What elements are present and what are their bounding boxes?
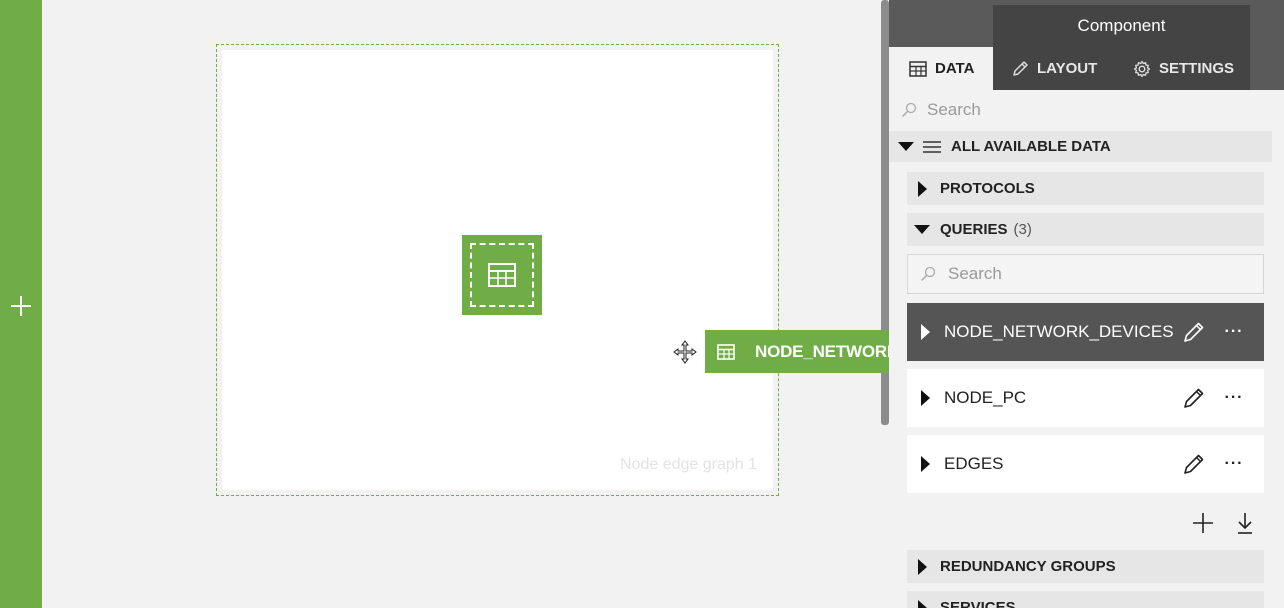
table-icon bbox=[717, 343, 735, 360]
more-options-icon[interactable]: ··· bbox=[1224, 324, 1244, 340]
search-icon bbox=[901, 102, 917, 118]
section-queries[interactable]: QUERIES (3) bbox=[907, 213, 1264, 246]
query-label: NODE_NETWORK_DEVICES bbox=[944, 322, 1174, 341]
tab-layout[interactable]: LAYOUT bbox=[993, 47, 1114, 90]
component-caption: Node edge graph 1 bbox=[620, 456, 757, 473]
expand-icon bbox=[918, 180, 927, 197]
section-label: REDUNDANCY GROUPS bbox=[940, 558, 1116, 575]
query-actions bbox=[1191, 510, 1265, 536]
all-available-data-label: ALL AVAILABLE DATA bbox=[951, 138, 1111, 155]
expand-icon bbox=[918, 558, 927, 575]
drop-target[interactable] bbox=[462, 235, 542, 315]
panel-scrollbar[interactable] bbox=[1278, 0, 1284, 608]
panel-header: Component DATA LAYOUT SETTINGS bbox=[889, 0, 1284, 90]
edit-icon[interactable] bbox=[1182, 320, 1206, 344]
section-label: SERVICES bbox=[940, 599, 1016, 608]
query-label: EDGES bbox=[944, 454, 1004, 473]
queries-count: (3) bbox=[1013, 221, 1032, 238]
edit-icon[interactable] bbox=[1182, 452, 1206, 476]
queries-search-input[interactable] bbox=[948, 264, 1248, 284]
add-icon[interactable] bbox=[11, 296, 31, 316]
panel-tabs: DATA LAYOUT SETTINGS bbox=[889, 47, 1284, 90]
expand-icon bbox=[921, 390, 930, 406]
gear-icon bbox=[1133, 60, 1151, 77]
expand-icon bbox=[918, 599, 927, 608]
drop-zone bbox=[470, 243, 534, 307]
properties-panel: Component DATA LAYOUT SETTINGS Search AL… bbox=[889, 0, 1284, 608]
download-icon[interactable] bbox=[1233, 511, 1257, 535]
section-services[interactable]: SERVICES bbox=[907, 591, 1264, 608]
query-label: NODE_PC bbox=[944, 388, 1027, 407]
collapse-icon bbox=[914, 225, 930, 234]
list-icon bbox=[923, 140, 941, 153]
collapse-icon bbox=[898, 142, 914, 151]
section-label: PROTOCOLS bbox=[940, 180, 1035, 197]
table-icon bbox=[909, 60, 927, 77]
more-options-icon[interactable]: ··· bbox=[1224, 456, 1244, 472]
data-search bbox=[889, 92, 1284, 128]
query-item[interactable]: NODE_NETWORK_DEVICES ··· bbox=[907, 303, 1264, 361]
section-redundancy-groups[interactable]: REDUNDANCY GROUPS bbox=[907, 550, 1264, 583]
tab-data[interactable]: DATA bbox=[889, 47, 993, 90]
all-available-data-header[interactable]: ALL AVAILABLE DATA bbox=[889, 131, 1272, 162]
component-body: Node edge graph 1 bbox=[222, 50, 773, 490]
component-frame[interactable]: Node edge graph 1 bbox=[216, 44, 779, 496]
tab-settings[interactable]: SETTINGS bbox=[1114, 47, 1250, 90]
data-search-input[interactable] bbox=[927, 100, 1257, 120]
expand-icon bbox=[921, 324, 930, 340]
more-options-icon[interactable]: ··· bbox=[1224, 390, 1244, 406]
pen-icon bbox=[1013, 60, 1028, 76]
search-icon bbox=[920, 266, 936, 282]
tab-label: DATA bbox=[935, 60, 975, 77]
query-item[interactable]: NODE_PC ··· bbox=[907, 369, 1264, 427]
expand-icon bbox=[921, 456, 930, 472]
table-icon bbox=[488, 263, 516, 287]
move-cursor-icon bbox=[673, 340, 697, 364]
query-item[interactable]: EDGES ··· bbox=[907, 435, 1264, 493]
section-label: QUERIES bbox=[940, 221, 1008, 238]
queries-search bbox=[907, 254, 1264, 294]
panel-title: Component bbox=[993, 5, 1250, 47]
tab-label: LAYOUT bbox=[1037, 60, 1098, 77]
left-rail bbox=[0, 0, 42, 608]
add-icon[interactable] bbox=[1191, 511, 1215, 535]
canvas: Node edge graph 1 bbox=[42, 0, 889, 608]
section-protocols[interactable]: PROTOCOLS bbox=[907, 172, 1264, 205]
tab-label: SETTINGS bbox=[1159, 60, 1235, 77]
edit-icon[interactable] bbox=[1182, 386, 1206, 410]
